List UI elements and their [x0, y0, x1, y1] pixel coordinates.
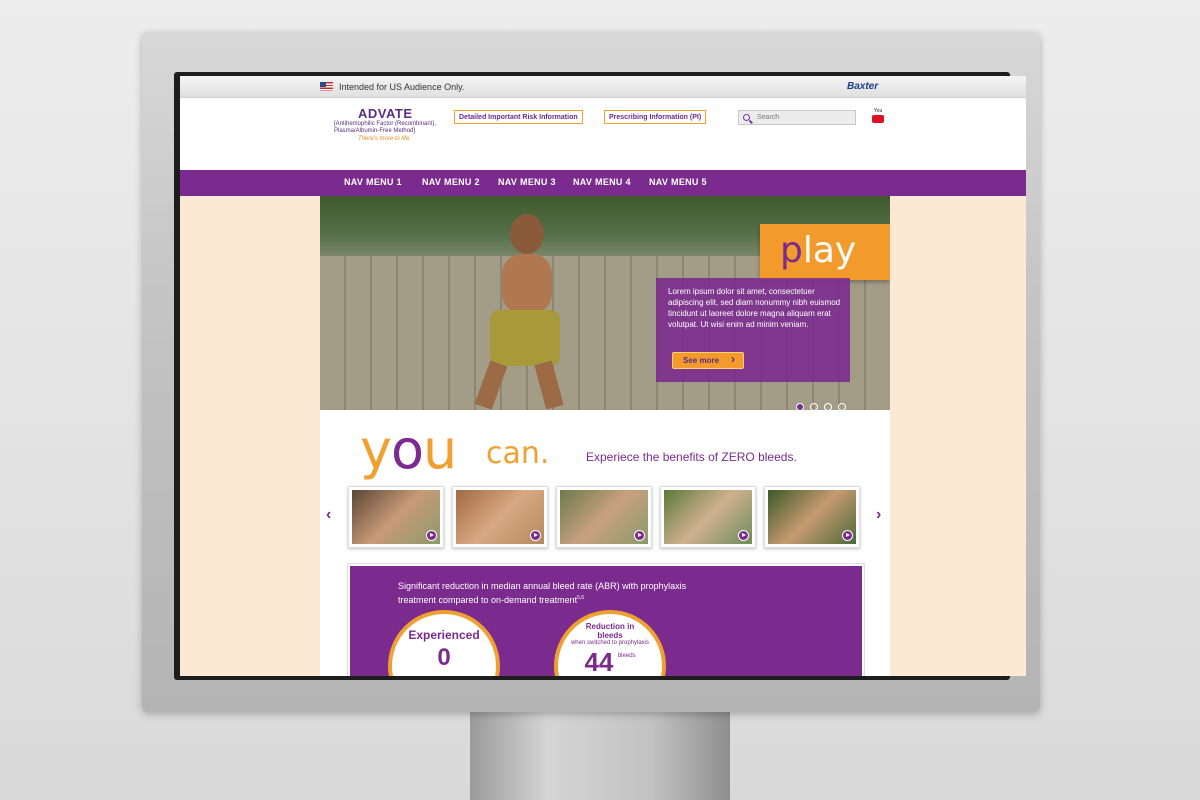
logo-name: ADVATE	[358, 106, 413, 121]
boy-leg-left	[474, 360, 508, 410]
stat-sublabel: when switched to prophylaxis	[570, 640, 650, 646]
boy-shorts	[490, 310, 560, 366]
you-letter-y: y	[360, 418, 392, 481]
video-thumb-2[interactable]	[452, 486, 548, 548]
youtube-tube	[872, 115, 884, 123]
search-placeholder: Search	[757, 114, 780, 121]
see-more-label: See more	[683, 356, 720, 365]
you-heading: you	[360, 418, 457, 481]
can-heading: can.	[486, 436, 550, 471]
promo-text: Lorem ipsum dolor sit amet, consectetuer…	[668, 287, 841, 329]
stats-heading: Significant reduction in median annual b…	[398, 580, 698, 606]
nav-item-4[interactable]: NAV MENU 4	[573, 177, 631, 187]
stat-value: 44	[584, 647, 614, 676]
monitor-stand	[470, 700, 730, 800]
stats-footnote: 5,6	[577, 595, 585, 601]
nav-item-3[interactable]: NAV MENU 3	[498, 177, 556, 187]
play-icon	[842, 530, 853, 541]
slide-indicators	[796, 398, 852, 410]
site-header: ADVATE [Antihemophilic Factor (Recombina…	[180, 98, 1026, 170]
stat-unit: bleeds	[617, 653, 636, 659]
nav-item-2[interactable]: NAV MENU 2	[422, 177, 480, 187]
you-letter-o: o	[390, 418, 424, 481]
webpage: Intended for US Audience Only. Baxter AD…	[180, 76, 1026, 676]
you-letter-u: u	[423, 418, 457, 481]
carousel-prev-button[interactable]: ‹	[326, 506, 331, 524]
slide-dot-3[interactable]	[824, 403, 832, 410]
play-heading: play	[780, 230, 856, 271]
search-input[interactable]: Search	[738, 110, 856, 125]
promo-box: Lorem ipsum dolor sit amet, consectetuer…	[656, 278, 850, 382]
slide-dot-1[interactable]	[796, 403, 804, 410]
main-nav: NAV MENU 1 NAV MENU 2 NAV MENU 3 NAV MEN…	[180, 170, 1026, 196]
play-letter-p: p	[780, 230, 803, 271]
baxter-logo[interactable]: Baxter	[847, 81, 878, 92]
audience-notice: Intended for US Audience Only.	[339, 82, 465, 92]
stats-heading-text: Significant reduction in median annual b…	[398, 581, 687, 605]
video-thumb-4[interactable]	[660, 486, 756, 548]
play-tab: play	[760, 224, 890, 280]
search-icon	[743, 114, 750, 121]
stat-circle-experienced: Experienced 0	[388, 610, 500, 676]
nav-item-1[interactable]: NAV MENU 1	[344, 177, 402, 187]
nav-item-5[interactable]: NAV MENU 5	[649, 177, 707, 187]
youtube-icon[interactable]: You	[872, 108, 884, 124]
stat-label: Experienced	[408, 628, 480, 642]
us-flag-icon	[320, 82, 333, 91]
carousel-next-button[interactable]: ›	[876, 506, 881, 524]
slide-dot-4[interactable]	[838, 403, 846, 410]
stats-panel: Significant reduction in median annual b…	[348, 564, 864, 676]
video-thumb-5[interactable]	[764, 486, 860, 548]
stat-circle-reduction: Reduction in bleeds when switched to pro…	[554, 610, 666, 676]
hero-banner: play Lorem ipsum dolor sit amet, consect…	[320, 196, 890, 410]
boy-leg-right	[534, 360, 564, 410]
top-bar: Intended for US Audience Only. Baxter	[180, 76, 1026, 98]
play-letters-rest: lay	[802, 230, 857, 271]
logo-subtitle: [Antihemophilic Factor (Recombinant), Pl…	[334, 121, 437, 134]
play-icon	[426, 530, 437, 541]
boy-body	[502, 254, 552, 314]
stat-value: 0	[437, 644, 451, 671]
slide-dot-2[interactable]	[810, 403, 818, 410]
stat-label: Reduction in bleeds	[585, 622, 635, 640]
logo-tagline: There's more to life.	[358, 136, 411, 142]
play-icon	[530, 530, 541, 541]
zero-bleeds-subline: Experiece the benefits of ZERO bleeds.	[586, 450, 797, 464]
advate-logo[interactable]: ADVATE [Antihemophilic Factor (Recombina…	[334, 106, 444, 142]
see-more-button[interactable]: See more	[672, 352, 744, 369]
boy-head	[510, 214, 544, 254]
content-column: play Lorem ipsum dolor sit amet, consect…	[320, 196, 890, 676]
prescribing-information-link[interactable]: Prescribing Information (PI)	[604, 110, 707, 124]
youtube-label: You	[873, 108, 883, 114]
risk-information-link[interactable]: Detailed Important Risk Information	[454, 110, 583, 124]
play-icon	[738, 530, 749, 541]
hero-photo-boy	[470, 214, 590, 410]
play-icon	[634, 530, 645, 541]
video-thumb-3[interactable]	[556, 486, 652, 548]
video-thumb-1[interactable]	[348, 486, 444, 548]
